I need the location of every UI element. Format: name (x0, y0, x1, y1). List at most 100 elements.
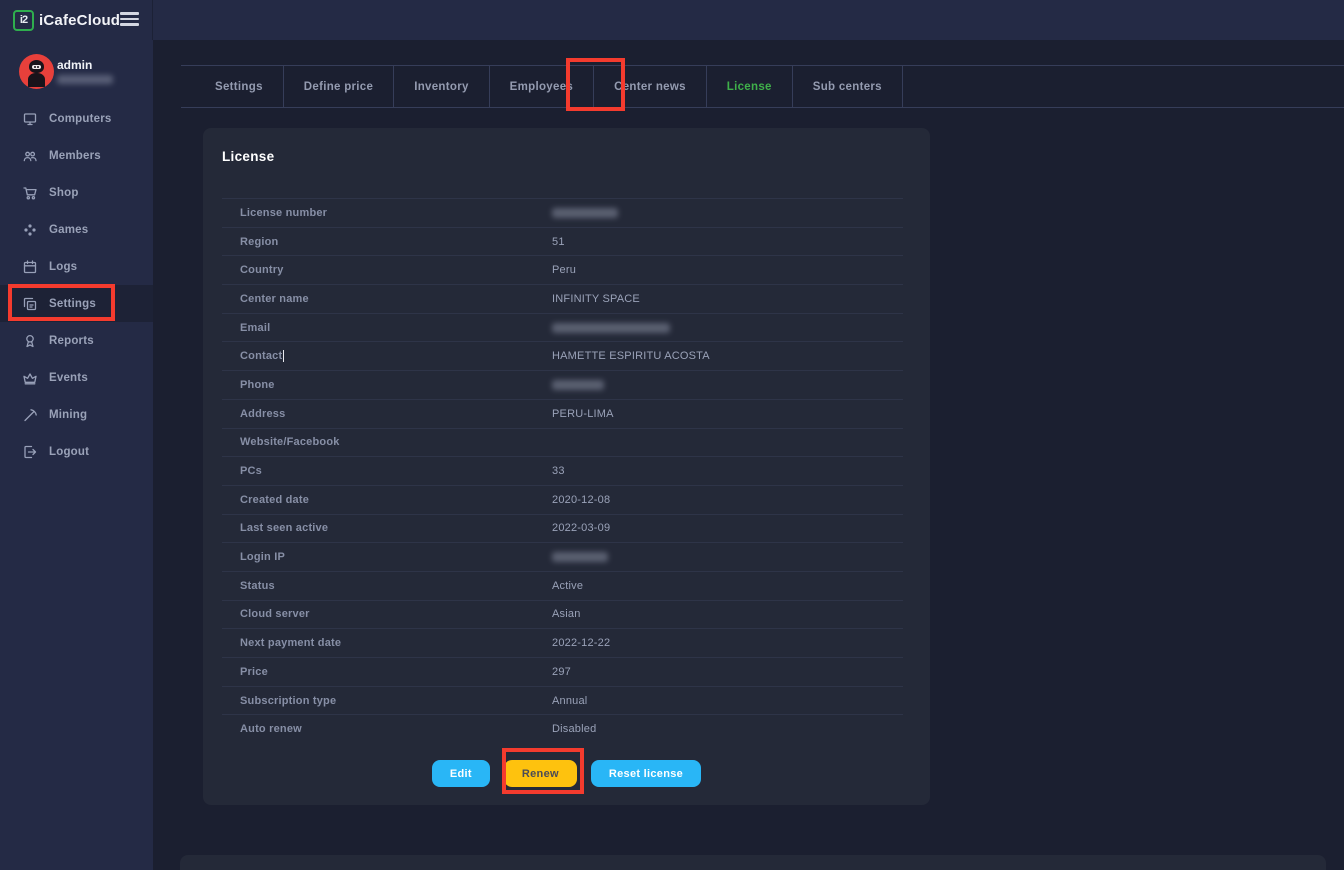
sidebar-item-logout[interactable]: Logout (0, 433, 153, 470)
sidebar-item-logs[interactable]: Logs (0, 248, 153, 285)
tab-employees[interactable]: Employees (490, 66, 594, 107)
row-value (552, 323, 903, 333)
mining-icon (22, 407, 38, 423)
redacted-value (552, 208, 618, 218)
table-row: Auto renew Disabled (222, 714, 903, 743)
row-value: 2022-03-09 (552, 522, 903, 534)
table-row: Next payment date 2022-12-22 (222, 628, 903, 657)
row-label: Price (222, 666, 552, 678)
user-name: admin (57, 58, 92, 72)
tab-center-news[interactable]: Center news (594, 66, 707, 107)
table-row: Created date 2020-12-08 (222, 485, 903, 514)
sidebar-item-label: Settings (49, 298, 96, 310)
tab-sub-centers[interactable]: Sub centers (793, 66, 903, 107)
row-value (552, 380, 903, 390)
redacted-value (552, 552, 608, 562)
sidebar-item-label: Logout (49, 446, 89, 458)
avatar[interactable] (19, 54, 54, 89)
sidebar-item-label: Reports (49, 335, 94, 347)
table-row: Cloud server Asian (222, 600, 903, 629)
logs-icon (22, 259, 38, 275)
row-label: Status (222, 580, 552, 592)
row-value: Active (552, 580, 903, 592)
header: i2 iCafeCloud (0, 0, 1344, 40)
computers-icon (22, 111, 38, 127)
table-row: Price 297 (222, 657, 903, 686)
row-value: Disabled (552, 723, 903, 735)
table-row: Center name INFINITY SPACE (222, 284, 903, 313)
row-value: 2022-12-22 (552, 637, 903, 649)
sidebar-item-label: Shop (49, 187, 79, 199)
sidebar-item-computers[interactable]: Computers (0, 100, 153, 137)
row-value: HAMETTE ESPIRITU ACOSTA (552, 350, 903, 362)
row-label: Subscription type (222, 695, 552, 707)
tab-inventory[interactable]: Inventory (394, 66, 489, 107)
row-value: Asian (552, 608, 903, 620)
tab-license[interactable]: License (707, 66, 793, 107)
row-label: Country (222, 264, 552, 276)
table-row: Phone (222, 370, 903, 399)
tab-settings[interactable]: Settings (195, 66, 284, 107)
user-block: admin (0, 40, 153, 100)
sidebar-item-members[interactable]: Members (0, 137, 153, 174)
table-row: Email (222, 313, 903, 342)
sidebar-item-shop[interactable]: Shop (0, 174, 153, 211)
row-label: Address (222, 408, 552, 420)
table-row: Contact HAMETTE ESPIRITU ACOSTA (222, 341, 903, 370)
action-buttons: Edit Renew Reset license (203, 760, 930, 787)
reports-icon (22, 333, 38, 349)
row-value: PERU-LIMA (552, 408, 903, 420)
table-row: Subscription type Annual (222, 686, 903, 715)
sidebar-menu: Computers Members Shop Games Logs Settin… (0, 100, 153, 470)
shop-icon (22, 185, 38, 201)
row-label: Region (222, 236, 552, 248)
row-value: INFINITY SPACE (552, 293, 903, 305)
row-label: Website/Facebook (222, 436, 552, 448)
table-row: Country Peru (222, 255, 903, 284)
sidebar-item-reports[interactable]: Reports (0, 322, 153, 359)
games-icon (22, 222, 38, 238)
table-row: Address PERU-LIMA (222, 399, 903, 428)
sidebar-item-events[interactable]: Events (0, 359, 153, 396)
renew-button[interactable]: Renew (504, 760, 577, 787)
text-caret (283, 350, 284, 362)
row-label: PCs (222, 465, 552, 477)
sidebar-item-label: Logs (49, 261, 77, 273)
row-label: Cloud server (222, 608, 552, 620)
table-row: Last seen active 2022-03-09 (222, 514, 903, 543)
row-label: Auto renew (222, 723, 552, 735)
sidebar-item-label: Events (49, 372, 88, 384)
user-subtext-redacted (57, 75, 113, 84)
row-label: Created date (222, 494, 552, 506)
sidebar-item-games[interactable]: Games (0, 211, 153, 248)
logo: i2 iCafeCloud (0, 0, 153, 40)
settings-icon (22, 296, 38, 312)
table-row: Login IP (222, 542, 903, 571)
sidebar-item-label: Computers (49, 113, 112, 125)
sidebar-item-mining[interactable]: Mining (0, 396, 153, 433)
hamburger-menu-icon[interactable] (120, 12, 139, 26)
row-value (552, 208, 903, 218)
row-value: 2020-12-08 (552, 494, 903, 506)
row-label: License number (222, 207, 552, 219)
row-label: Contact (222, 350, 552, 362)
table-row: Website/Facebook (222, 428, 903, 457)
tab-bar: SettingsDefine priceInventoryEmployeesCe… (181, 65, 1344, 108)
reset-license-button[interactable]: Reset license (591, 760, 701, 787)
row-label: Last seen active (222, 522, 552, 534)
edit-button[interactable]: Edit (432, 760, 490, 787)
row-value: 51 (552, 236, 903, 248)
row-label: Login IP (222, 551, 552, 563)
table-row: PCs 33 (222, 456, 903, 485)
row-value (552, 552, 903, 562)
sidebar: admin Computers Members Shop Games Logs … (0, 40, 153, 870)
tab-define-price[interactable]: Define price (284, 66, 394, 107)
row-value: Peru (552, 264, 903, 276)
members-icon (22, 148, 38, 164)
row-value: 33 (552, 465, 903, 477)
row-label: Center name (222, 293, 552, 305)
sidebar-item-settings[interactable]: Settings (0, 285, 153, 322)
logout-icon (22, 444, 38, 460)
row-label: Next payment date (222, 637, 552, 649)
redacted-value (552, 323, 670, 333)
